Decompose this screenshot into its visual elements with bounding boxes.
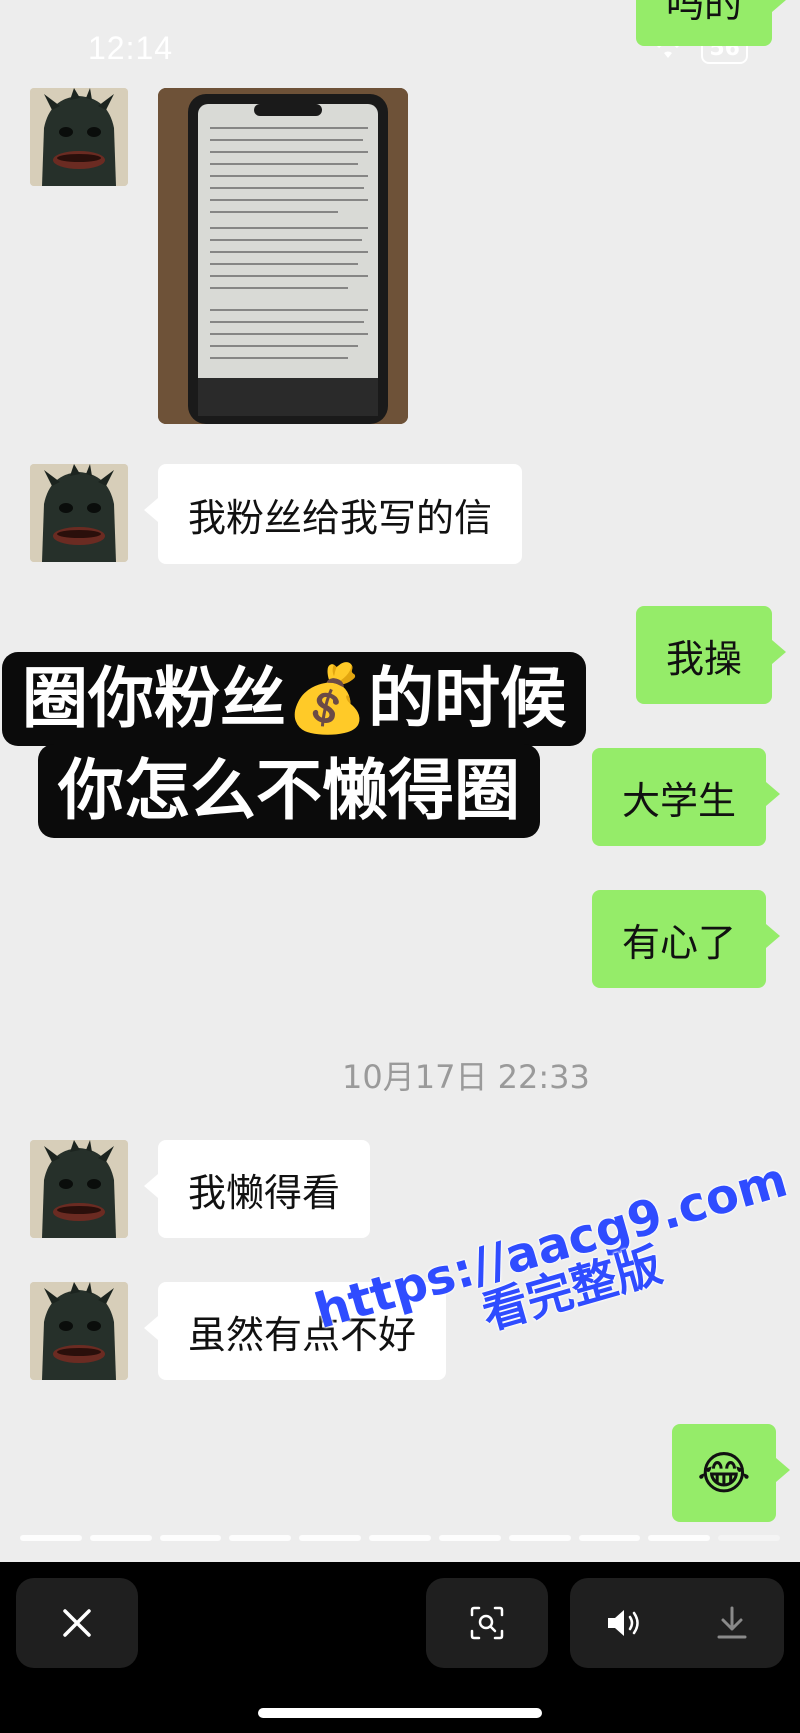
progress-segment xyxy=(89,1535,152,1541)
monster-avatar-icon xyxy=(30,88,128,186)
close-button[interactable] xyxy=(16,1578,138,1668)
progress-segment xyxy=(508,1535,571,1541)
monster-avatar-icon xyxy=(30,464,128,562)
progress-segment xyxy=(369,1535,431,1541)
avatar[interactable] xyxy=(30,88,128,186)
avatar[interactable] xyxy=(30,1282,128,1380)
message-bubble-right[interactable]: 大学生 xyxy=(592,748,781,846)
progress-segment xyxy=(438,1535,501,1541)
message-text: 我操 xyxy=(666,636,743,681)
visual-search-button[interactable] xyxy=(426,1578,548,1668)
visual-search-icon xyxy=(470,1606,504,1640)
message-bubble-right[interactable]: 😂 xyxy=(672,1424,790,1522)
overlay-caption-line2: 你怎么不懒得圈 xyxy=(38,744,540,838)
progress-segment xyxy=(578,1535,641,1541)
message-text: 我粉丝给我写的信 xyxy=(188,495,493,540)
image-message[interactable] xyxy=(158,88,408,424)
message-text: 吗的 xyxy=(666,0,743,26)
message-bubble-right[interactable]: 有心了 xyxy=(592,890,781,988)
laughing-crying-emoji-icon: 😂 xyxy=(697,1446,751,1500)
message-bubble-left[interactable]: 我懒得看 xyxy=(143,1140,371,1238)
close-icon xyxy=(63,1609,91,1637)
timestamp: 10月17日 22:33 xyxy=(342,1058,590,1096)
message-text: 有心了 xyxy=(622,920,737,965)
message-text: 我懒得看 xyxy=(188,1170,341,1215)
progress-segment xyxy=(229,1535,292,1541)
home-indicator[interactable] xyxy=(258,1708,542,1718)
avatar[interactable] xyxy=(30,1140,128,1238)
message-bubble-right[interactable]: 我操 xyxy=(636,606,787,704)
monster-avatar-icon xyxy=(30,1140,128,1238)
progress-segment xyxy=(20,1535,82,1541)
speaker-icon[interactable] xyxy=(605,1606,645,1640)
monster-avatar-icon xyxy=(30,1282,128,1380)
overlay-caption-line1: 圈你粉丝💰的时候 xyxy=(2,652,587,746)
progress-segment xyxy=(648,1535,711,1541)
watermark: https://aacg9.com 看完整版 xyxy=(309,1152,800,1381)
story-progress-bar xyxy=(20,1535,780,1541)
status-time: 12:14 xyxy=(88,30,174,66)
download-icon[interactable] xyxy=(715,1605,749,1641)
message-bubble-left[interactable]: 我粉丝给我写的信 xyxy=(143,464,523,564)
message-text: 大学生 xyxy=(622,778,737,823)
media-controls-group xyxy=(570,1578,784,1668)
letter-photo-icon xyxy=(158,88,408,424)
message-bubble-right[interactable]: 吗的 xyxy=(636,0,786,46)
progress-segment xyxy=(299,1535,362,1541)
progress-segment xyxy=(159,1535,222,1541)
avatar[interactable] xyxy=(30,464,128,562)
progress-segment xyxy=(718,1535,780,1541)
